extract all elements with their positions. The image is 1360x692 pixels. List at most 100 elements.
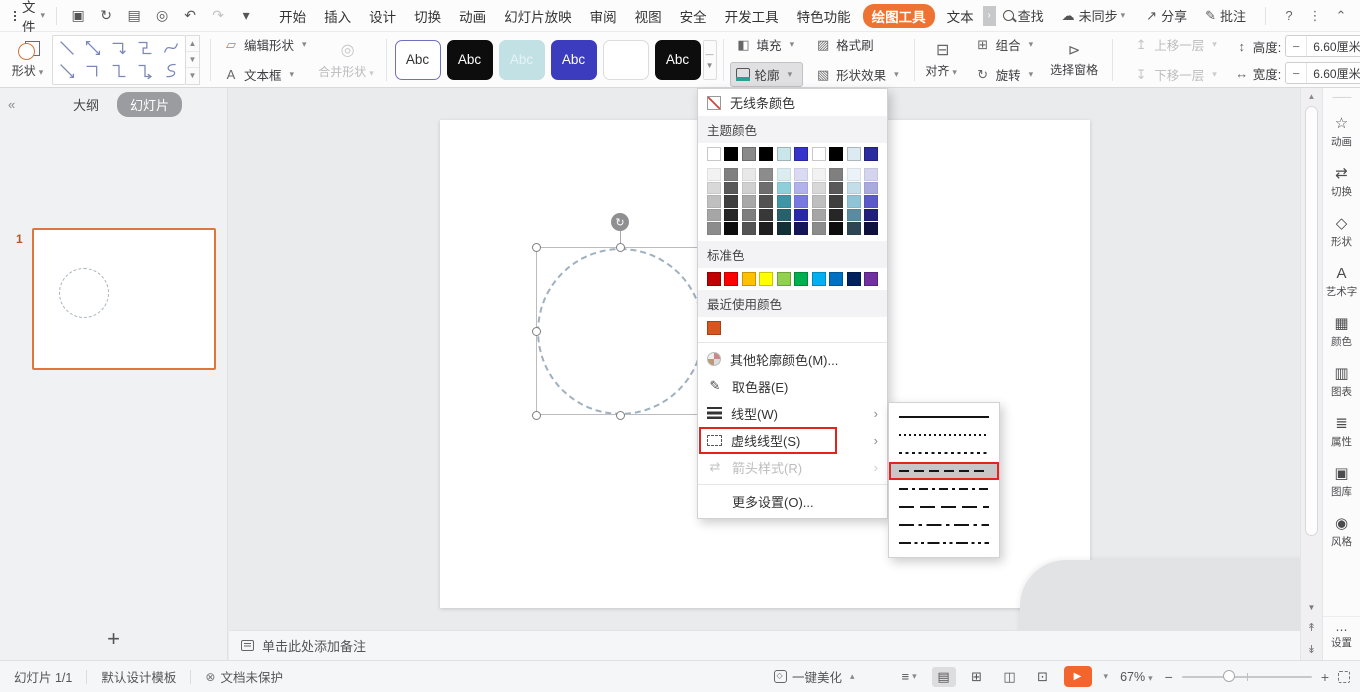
standard-color-swatch[interactable] [846,271,861,286]
play-options-chevron-icon[interactable]: ▾ [1104,671,1109,682]
dash-option-long-dash-dot-dot[interactable] [889,534,999,552]
menu-item-arrow-style-icon[interactable]: ⇄ 箭头样式(R) › [698,454,887,481]
shape-effects-button[interactable]: ▧ 形状效果 ▾ [809,62,908,87]
slideshow-view-button[interactable]: ⊡ [1031,667,1055,687]
standard-color-swatch[interactable] [724,271,739,286]
sidebar-item-切换[interactable]: ⇄ 切换 [1331,166,1352,199]
theme-tint-swatch[interactable] [759,168,774,181]
theme-tint-swatch[interactable] [863,222,878,235]
theme-tint-swatch[interactable] [707,195,721,208]
more-commands-icon[interactable]: ▾ [234,7,258,24]
menu-item-eyedropper-icon[interactable]: ✎ 取色器(E) [698,373,887,400]
theme-tint-swatch[interactable] [846,208,861,221]
theme-color-swatch[interactable] [759,147,774,161]
merge-shapes-button[interactable]: ◎ 合并形状 ▾ [316,40,380,80]
menu-tab-幻灯片放映[interactable]: 幻灯片放映 [495,4,581,28]
align-button[interactable]: ⊟ 对齐 ▾ [921,40,965,79]
theme-tint-swatch[interactable] [759,195,774,208]
sidebar-item-图表[interactable]: ▥ 图表 [1331,366,1352,399]
scroll-down-icon[interactable]: ▼ [1308,603,1316,612]
menu-tab-动画[interactable]: 动画 [450,4,495,28]
theme-tint-swatch[interactable] [794,222,809,235]
slide-sorter-view-button[interactable]: ⊞ [965,667,989,687]
standard-color-swatch[interactable] [811,271,826,286]
next-slide-button[interactable]: ↡ [1307,643,1316,656]
theme-tint-swatch[interactable] [707,168,721,181]
shape-style-1[interactable]: Abc [394,39,441,80]
share-button[interactable]: ↗ 分享 [1139,6,1194,25]
theme-tint-swatch[interactable] [794,168,809,181]
sidebar-item-动画[interactable]: ☆ 动画 [1331,116,1352,149]
file-menu-button[interactable]: 文件 [22,0,36,36]
shape-style-3[interactable]: Abc [498,39,545,80]
outline-button[interactable]: 轮廓 ▾ [729,62,804,87]
theme-tint-swatch[interactable] [811,168,826,181]
scroll-up-icon[interactable]: ▲ [1301,88,1322,104]
theme-tint-swatch[interactable] [863,195,878,208]
text-box-button[interactable]: A 文本框 ▾ [217,62,316,87]
print-preview-icon[interactable]: ◎ [150,7,174,24]
add-slide-button[interactable]: + [0,626,227,652]
play-slideshow-button[interactable]: ▶ [1063,666,1092,687]
standard-color-swatch[interactable] [707,271,721,286]
theme-color-swatch[interactable] [724,147,739,161]
theme-color-swatch[interactable] [776,147,791,161]
standard-color-swatch[interactable] [863,271,878,286]
theme-tint-swatch[interactable] [863,181,878,194]
scroll-up-icon[interactable]: ▲ [186,36,199,52]
sidebar-item-图库[interactable]: ▣ 图库 [1331,466,1352,499]
theme-tint-swatch[interactable] [741,195,756,208]
theme-tint-swatch[interactable] [846,168,861,181]
shapes-button[interactable]: 形状 ▾ [6,40,52,79]
edit-shape-button[interactable]: ▱ 编辑形状 ▾ [217,32,316,57]
menu-item-dash-style-icon[interactable]: 虚线线型(S) › [698,426,887,454]
gallery-shape-diag-line[interactable] [54,37,80,60]
gallery-shape-diag-arrow[interactable] [54,60,80,83]
theme-tint-swatch[interactable] [724,222,739,235]
rotation-handle[interactable]: ↻ [611,213,629,231]
sidebar-item-settings[interactable]: ⋯ 设置 [1323,616,1360,650]
resize-handle-top-left[interactable] [531,242,541,252]
menu-tab-特色功能[interactable]: 特色功能 [788,4,860,28]
dash-option-round-dot[interactable] [889,426,999,444]
slide-thumbnail[interactable] [32,228,216,370]
standard-color-swatch[interactable] [829,271,844,286]
menu-tab-开始[interactable]: 开始 [270,4,315,28]
menu-tab-安全[interactable]: 安全 [671,4,716,28]
rotate-button[interactable]: ↻ 旋转 ▾ [969,62,1043,87]
redo-icon[interactable]: ↷ [206,7,230,24]
sidebar-item-颜色[interactable]: ▦ 颜色 [1331,316,1352,349]
theme-color-swatch[interactable] [863,147,878,161]
theme-tint-swatch[interactable] [846,195,861,208]
theme-tint-swatch[interactable] [811,208,826,221]
width-decrease-button[interactable]: − [1286,66,1306,81]
theme-tint-swatch[interactable] [829,222,844,235]
menu-item-no-line-color[interactable]: 无线条颜色 [698,89,887,116]
shape-style-6[interactable]: Abc [654,39,701,80]
tab-outline[interactable]: 大纲 [65,93,107,116]
resize-handle-top-middle[interactable] [615,242,625,252]
menu-item-none[interactable]: 更多设置(O)... [698,488,887,515]
fit-slide-button[interactable] [1338,670,1350,683]
hamburger-menu-icon[interactable] [14,10,16,21]
theme-tint-swatch[interactable] [759,208,774,221]
menu-tab-切换[interactable]: 切换 [405,4,450,28]
gallery-more-icon[interactable]: ▼ [186,68,199,84]
standard-color-swatch[interactable] [794,271,809,286]
sync-status-button[interactable]: ☁ 未同步 ▾ [1055,6,1136,25]
theme-tint-swatch[interactable] [707,222,721,235]
gallery-shape-zigzag2[interactable] [132,37,158,60]
notes-bar[interactable]: 单击此处添加备注 [229,630,1300,660]
menu-tab-设计[interactable]: 设计 [360,4,405,28]
gallery-shape-curve[interactable] [158,37,184,60]
theme-tint-swatch[interactable] [724,168,739,181]
shape-style-5[interactable]: Abc [602,39,649,80]
dash-option-square-dot[interactable] [889,444,999,462]
theme-tint-swatch[interactable] [724,208,739,221]
theme-tint-swatch[interactable] [776,208,791,221]
save-icon[interactable]: ▣ [66,7,90,24]
theme-tint-swatch[interactable] [829,181,844,194]
height-value[interactable]: 6.60厘米 [1306,36,1360,56]
theme-tint-swatch[interactable] [794,195,809,208]
zoom-slider-thumb[interactable] [1223,670,1236,682]
